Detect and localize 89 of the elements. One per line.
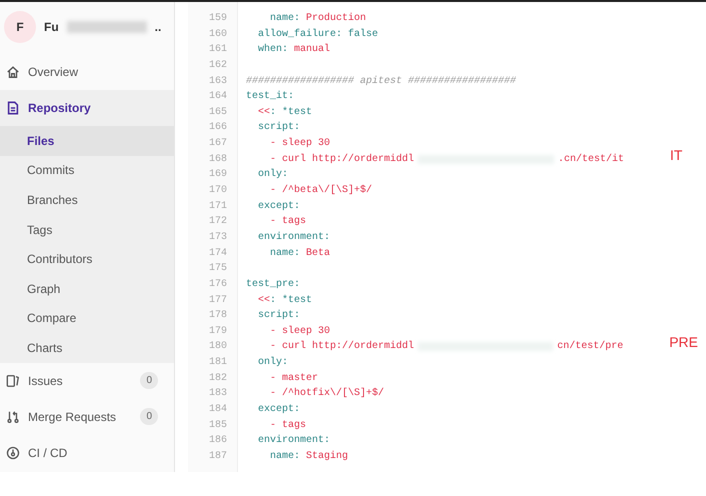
project-name[interactable]: Fu [44, 18, 59, 36]
count-badge: 0 [140, 372, 158, 390]
project-name-ellipsis: .. [154, 19, 162, 36]
code-text: : *test [270, 294, 312, 308]
code-text: except: [257, 403, 300, 418]
code-text: test_pre: [246, 278, 300, 292]
sidebar-subitem[interactable]: Graph [0, 274, 174, 304]
line-number: 181 [208, 356, 228, 370]
line-number: 159 [208, 12, 228, 26]
code-text: - /^beta\/[\S]+$/ [269, 184, 372, 198]
code-text: << [257, 294, 270, 308]
line-number: 168 [208, 152, 228, 167]
code-text: Production [305, 12, 366, 26]
line-number: 161 [208, 43, 228, 58]
line-number: 170 [208, 184, 228, 198]
project-avatar: F [4, 11, 36, 43]
line-number: 164 [208, 90, 228, 104]
sidebar-subitem[interactable]: Compare [0, 304, 174, 334]
line-number: 175 [208, 262, 228, 276]
annotation-label: IT [670, 148, 682, 164]
line-number: 167 [208, 137, 228, 152]
code-text: cn/test/pre [557, 340, 624, 354]
line-number: 184 [208, 403, 228, 418]
code-text: - sleep 30 [269, 136, 330, 152]
code-text: environment: [257, 434, 330, 448]
code-text: .cn/test/it [558, 152, 624, 167]
code-text: - /^hotfix\/[\S]+$/ [269, 386, 384, 402]
line-number: 172 [208, 215, 228, 230]
document-icon [6, 101, 20, 115]
sidebar-item[interactable]: Repository [0, 90, 174, 126]
code-text: only: [257, 168, 288, 182]
code-text: only: [257, 356, 288, 370]
sidebar-subitem[interactable]: Commits [0, 156, 174, 186]
sidebar-subitem[interactable]: Contributors [0, 244, 174, 274]
sidebar-subitem[interactable]: Charts [0, 333, 174, 363]
sidebar-item[interactable]: Overview [0, 54, 174, 90]
code-text: script: [257, 308, 300, 324]
code-text: - curl http://ordermiddl [269, 152, 414, 167]
merge-request-icon [6, 410, 20, 424]
line-number: 180 [208, 340, 228, 354]
line-number: 165 [208, 106, 228, 120]
code-text: : *test [270, 106, 312, 120]
code-text: script: [257, 120, 300, 136]
code-text: name: [269, 12, 300, 26]
code-text: - sleep 30 [269, 324, 330, 339]
line-number: 186 [208, 434, 228, 448]
line-number: 177 [208, 294, 228, 308]
line-number: 179 [208, 324, 228, 339]
line-number: 173 [208, 230, 228, 245]
sidebar-subitem[interactable]: Branches [0, 185, 174, 215]
code-text: environment: [257, 230, 330, 245]
code-text: name: [269, 246, 300, 261]
code-text: << [257, 106, 270, 120]
code-comment: ################## apitest ################## [246, 74, 516, 89]
sidebar-item[interactable]: CI / CD [0, 434, 174, 471]
code-text: - master [269, 372, 318, 386]
code-text: - tags [269, 418, 306, 433]
line-number: 185 [208, 418, 228, 433]
code-text: test_it: [246, 90, 294, 104]
line-number: 169 [208, 168, 228, 182]
line-number: 166 [208, 121, 228, 136]
code-text: - tags [269, 215, 306, 230]
code-text: when: [257, 42, 288, 58]
code-text: Beta [305, 246, 330, 261]
line-number: 160 [208, 28, 228, 42]
code-text: Staging [305, 450, 348, 464]
line-number: 163 [208, 74, 228, 89]
line-number: 162 [208, 58, 228, 73]
sidebar-subitem[interactable]: Files [0, 126, 174, 156]
line-number: 187 [208, 450, 228, 464]
sidebar-item[interactable]: Issues 0 [0, 362, 174, 399]
line-number: 176 [208, 278, 228, 292]
code-text: - curl http://ordermiddl [269, 340, 414, 354]
annotation-label: PRE [669, 335, 698, 352]
line-number: 183 [208, 387, 228, 402]
sidebar-subitem[interactable]: Tags [0, 214, 174, 244]
sidebar-item[interactable]: Merge Requests 0 [0, 398, 174, 435]
code-text: manual [293, 42, 330, 58]
pipeline-icon [6, 446, 20, 460]
line-number: 178 [208, 309, 228, 324]
home-icon [6, 65, 20, 79]
code-text: name: [269, 450, 300, 464]
issues-icon [6, 374, 20, 388]
count-badge: 0 [140, 408, 158, 426]
code-text: allow_failure: false [257, 28, 378, 42]
line-number: 171 [208, 200, 228, 214]
code-text: except: [257, 200, 300, 214]
line-number: 174 [208, 246, 228, 261]
line-number: 182 [208, 372, 228, 386]
